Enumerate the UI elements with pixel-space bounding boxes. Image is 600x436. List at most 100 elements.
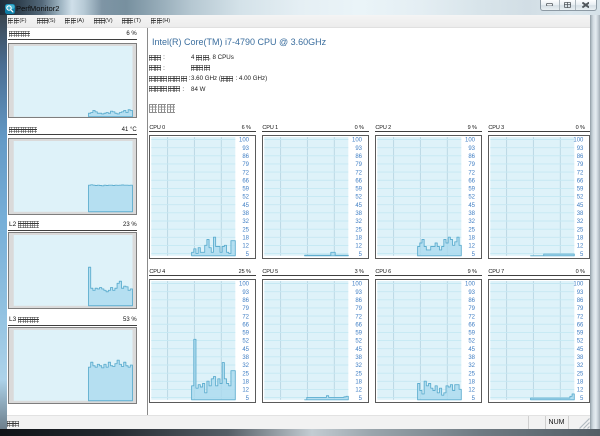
- svg-text:5: 5: [359, 396, 363, 402]
- svg-text:38: 38: [356, 211, 363, 217]
- svg-text:59: 59: [469, 187, 476, 193]
- svg-text:12: 12: [577, 244, 584, 250]
- svg-text:45: 45: [577, 203, 584, 209]
- svg-text:45: 45: [243, 203, 250, 209]
- svg-text:12: 12: [577, 388, 584, 394]
- svg-text:32: 32: [577, 363, 584, 369]
- svg-text:72: 72: [356, 314, 363, 320]
- svg-text:66: 66: [469, 179, 476, 185]
- svg-text:5: 5: [246, 252, 250, 258]
- svg-text:12: 12: [469, 244, 476, 250]
- svg-text:79: 79: [469, 162, 476, 168]
- svg-text:32: 32: [577, 219, 584, 225]
- svg-text:93: 93: [243, 290, 250, 296]
- svg-text:79: 79: [577, 306, 584, 312]
- svg-text:25: 25: [469, 372, 476, 378]
- svg-text:86: 86: [469, 154, 476, 160]
- svg-text:32: 32: [356, 219, 363, 225]
- svg-text:45: 45: [243, 347, 250, 353]
- svg-text:25: 25: [469, 228, 476, 234]
- svg-text:12: 12: [243, 244, 250, 250]
- svg-text:38: 38: [577, 355, 584, 361]
- svg-text:100: 100: [574, 138, 585, 144]
- svg-text:12: 12: [356, 388, 363, 394]
- svg-text:79: 79: [243, 306, 250, 312]
- svg-text:32: 32: [356, 363, 363, 369]
- svg-text:25: 25: [356, 372, 363, 378]
- svg-text:72: 72: [243, 170, 250, 176]
- svg-text:59: 59: [243, 331, 250, 337]
- svg-text:25: 25: [356, 228, 363, 234]
- svg-text:93: 93: [577, 290, 584, 296]
- svg-text:25: 25: [577, 372, 584, 378]
- svg-text:18: 18: [577, 236, 584, 242]
- svg-text:5: 5: [359, 252, 363, 258]
- svg-text:93: 93: [243, 146, 250, 152]
- svg-text:45: 45: [356, 203, 363, 209]
- svg-text:52: 52: [469, 195, 476, 201]
- svg-text:66: 66: [577, 323, 584, 329]
- svg-text:72: 72: [356, 170, 363, 176]
- svg-text:45: 45: [469, 347, 476, 353]
- svg-text:72: 72: [469, 170, 476, 176]
- svg-text:72: 72: [469, 314, 476, 320]
- svg-text:32: 32: [469, 363, 476, 369]
- svg-text:100: 100: [465, 282, 476, 288]
- svg-text:38: 38: [469, 211, 476, 217]
- svg-text:52: 52: [243, 195, 250, 201]
- svg-text:45: 45: [356, 347, 363, 353]
- svg-text:25: 25: [243, 372, 250, 378]
- svg-text:52: 52: [577, 339, 584, 345]
- svg-text:5: 5: [580, 396, 584, 402]
- svg-text:79: 79: [469, 306, 476, 312]
- svg-text:38: 38: [577, 211, 584, 217]
- svg-text:18: 18: [356, 380, 363, 386]
- svg-text:100: 100: [465, 138, 476, 144]
- svg-text:18: 18: [577, 380, 584, 386]
- svg-text:86: 86: [356, 298, 363, 304]
- svg-text:86: 86: [243, 298, 250, 304]
- svg-text:52: 52: [356, 339, 363, 345]
- svg-text:25: 25: [243, 228, 250, 234]
- svg-text:100: 100: [574, 282, 585, 288]
- svg-text:18: 18: [243, 380, 250, 386]
- svg-text:79: 79: [243, 162, 250, 168]
- svg-text:45: 45: [469, 203, 476, 209]
- svg-text:38: 38: [469, 355, 476, 361]
- svg-text:18: 18: [243, 236, 250, 242]
- svg-text:5: 5: [580, 252, 584, 258]
- svg-text:59: 59: [469, 331, 476, 337]
- svg-text:93: 93: [469, 146, 476, 152]
- svg-text:32: 32: [243, 363, 250, 369]
- svg-text:93: 93: [469, 290, 476, 296]
- svg-text:59: 59: [577, 187, 584, 193]
- svg-text:66: 66: [356, 179, 363, 185]
- svg-text:79: 79: [356, 306, 363, 312]
- svg-text:93: 93: [356, 290, 363, 296]
- svg-text:5: 5: [472, 252, 476, 258]
- svg-text:59: 59: [243, 187, 250, 193]
- svg-text:32: 32: [243, 219, 250, 225]
- svg-text:72: 72: [243, 314, 250, 320]
- svg-text:93: 93: [356, 146, 363, 152]
- svg-text:45: 45: [577, 347, 584, 353]
- svg-text:100: 100: [239, 138, 250, 144]
- svg-text:12: 12: [356, 244, 363, 250]
- svg-text:66: 66: [243, 323, 250, 329]
- svg-text:86: 86: [356, 154, 363, 160]
- svg-text:66: 66: [356, 323, 363, 329]
- svg-text:86: 86: [577, 154, 584, 160]
- svg-text:79: 79: [577, 162, 584, 168]
- svg-text:52: 52: [577, 195, 584, 201]
- svg-text:72: 72: [577, 314, 584, 320]
- svg-text:100: 100: [239, 282, 250, 288]
- svg-text:86: 86: [243, 154, 250, 160]
- svg-text:93: 93: [577, 146, 584, 152]
- svg-text:12: 12: [243, 388, 250, 394]
- svg-text:59: 59: [577, 331, 584, 337]
- svg-text:5: 5: [246, 396, 250, 402]
- svg-text:66: 66: [469, 323, 476, 329]
- svg-text:59: 59: [356, 187, 363, 193]
- svg-text:100: 100: [352, 138, 363, 144]
- svg-text:52: 52: [469, 339, 476, 345]
